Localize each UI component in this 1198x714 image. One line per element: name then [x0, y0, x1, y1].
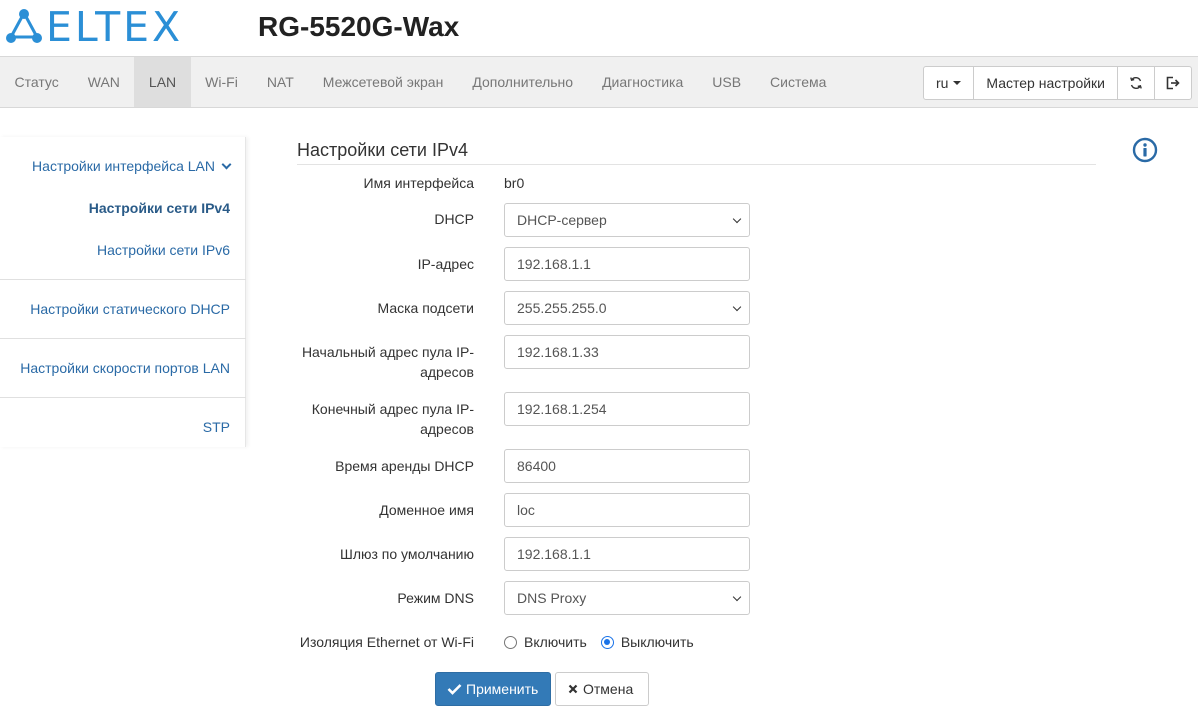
- apply-button[interactable]: Применить: [435, 672, 551, 706]
- dhcp-label: DHCP: [434, 211, 474, 227]
- header: ELTEX RG-5520G-Wax: [0, 0, 1198, 56]
- isolation-disable-radio[interactable]: [600, 635, 614, 649]
- isolation-disable-label[interactable]: Выключить: [621, 634, 694, 650]
- chevron-down-icon: [221, 159, 232, 170]
- interface-name-label: Имя интерфейса: [363, 175, 474, 191]
- eltex-logo-mark-icon: [6, 9, 42, 43]
- nav-toolbar: ru Мастер настройки: [922, 66, 1192, 100]
- dns-mode-label: Режим DNS: [397, 590, 474, 606]
- sidebar-divider: [0, 397, 246, 398]
- cancel-button[interactable]: Отмена: [555, 672, 649, 706]
- pool-end-label: Конечный адрес пула IP- адресов: [274, 399, 474, 439]
- section-divider: [297, 164, 1096, 165]
- lease-time-input[interactable]: 86400: [504, 449, 750, 483]
- chevron-down-icon: [732, 592, 742, 602]
- chevron-down-icon: [732, 214, 742, 224]
- info-icon: [1132, 137, 1158, 163]
- sidebar-item-ipv6[interactable]: Настройки сети IPv6: [97, 242, 230, 258]
- pool-start-label-line2: адресов: [420, 364, 474, 380]
- lease-time-label: Время аренды DHCP: [335, 458, 474, 474]
- nav-tab-nat[interactable]: NAT: [252, 57, 308, 107]
- isolation-label: Изоляция Ethernet от Wi-Fi: [299, 634, 474, 650]
- sidebar-divider: [0, 338, 246, 339]
- caret-down-icon: [953, 81, 962, 85]
- logo-text: ELTEX: [46, 3, 184, 51]
- dhcp-select[interactable]: DHCP-сервер: [504, 203, 750, 237]
- setup-wizard-button[interactable]: Мастер настройки: [973, 66, 1118, 100]
- sidebar-item-stp[interactable]: STP: [203, 419, 230, 435]
- pool-end-input[interactable]: 192.168.1.254: [504, 392, 750, 426]
- pool-start-label: Начальный адрес пула IP- адресов: [274, 342, 474, 382]
- main-navbar: Статус WAN LAN Wi-Fi NAT Межсетевой экра…: [0, 56, 1198, 108]
- pool-start-input[interactable]: 192.168.1.33: [504, 335, 750, 369]
- dns-mode-select[interactable]: DNS Proxy: [504, 581, 750, 615]
- language-dropdown[interactable]: ru: [922, 66, 975, 100]
- domain-name-input[interactable]: loc: [504, 493, 750, 527]
- nav-tab-usb[interactable]: USB: [698, 57, 756, 107]
- isolation-radio-group: Включить Выключить: [504, 631, 708, 653]
- pool-end-label-line1: Конечный адрес пула IP-: [311, 401, 474, 417]
- language-label: ru: [935, 75, 949, 91]
- nav-tab-advanced[interactable]: Дополнительно: [458, 57, 588, 107]
- dns-mode-select-value: DNS Proxy: [517, 590, 587, 606]
- nav-tab-diagnostics[interactable]: Диагностика: [588, 57, 698, 107]
- isolation-enable-radio[interactable]: [504, 635, 517, 649]
- pool-end-label-line2: адресов: [420, 421, 474, 437]
- refresh-icon: [1130, 77, 1142, 89]
- nav-tab-status[interactable]: Статус: [0, 57, 73, 107]
- refresh-button[interactable]: [1117, 66, 1155, 100]
- ip-address-label: IP-адрес: [417, 256, 474, 272]
- subnet-mask-select-value: 255.255.255.0: [517, 300, 607, 316]
- domain-name-label: Доменное имя: [379, 502, 474, 518]
- chevron-down-icon: [732, 302, 742, 312]
- sidebar: Настройки интерфейса LAN Настройки сети …: [0, 137, 246, 447]
- pool-start-label-line1: Начальный адрес пула IP-: [301, 344, 474, 360]
- dhcp-select-value: DHCP-сервер: [517, 212, 607, 228]
- check-icon: [447, 684, 462, 695]
- sidebar-divider: [0, 279, 246, 280]
- interface-name-value: br0: [504, 175, 525, 191]
- ip-address-input[interactable]: 192.168.1.1: [504, 247, 750, 281]
- nav-tab-firewall[interactable]: Межсетевой экран: [308, 57, 458, 107]
- nav-tab-wifi[interactable]: Wi-Fi: [191, 57, 253, 107]
- sidebar-item-label: Настройки интерфейса LAN: [32, 158, 215, 174]
- info-button[interactable]: [1132, 137, 1158, 166]
- nav-tab-system[interactable]: Система: [756, 57, 841, 107]
- apply-button-label: Применить: [466, 681, 539, 697]
- subnet-mask-select[interactable]: 255.255.255.0: [504, 291, 750, 325]
- sidebar-item-static-dhcp[interactable]: Настройки статического DHCP: [30, 301, 230, 317]
- logout-icon: [1166, 76, 1180, 90]
- eltex-logo[interactable]: ELTEX: [4, 6, 183, 48]
- sidebar-item-lan-interface[interactable]: Настройки интерфейса LAN: [32, 158, 232, 174]
- close-icon: [568, 684, 578, 694]
- nav-tabs: Статус WAN LAN Wi-Fi NAT Межсетевой экра…: [0, 57, 841, 107]
- isolation-enable-label[interactable]: Включить: [524, 634, 587, 650]
- sidebar-item-port-speed[interactable]: Настройки скорости портов LAN: [20, 360, 230, 376]
- logout-button[interactable]: [1154, 66, 1192, 100]
- sidebar-item-ipv4[interactable]: Настройки сети IPv4: [89, 200, 230, 216]
- nav-tab-lan[interactable]: LAN: [134, 57, 191, 107]
- cancel-button-label: Отмена: [583, 681, 634, 697]
- default-gateway-label: Шлюз по умолчанию: [339, 546, 474, 562]
- nav-tab-wan[interactable]: WAN: [73, 57, 134, 107]
- section-title: Настройки сети IPv4: [297, 140, 468, 160]
- default-gateway-input[interactable]: 192.168.1.1: [504, 537, 750, 571]
- device-title: RG-5520G-Wax: [258, 11, 460, 42]
- subnet-mask-label: Маска подсети: [377, 300, 475, 316]
